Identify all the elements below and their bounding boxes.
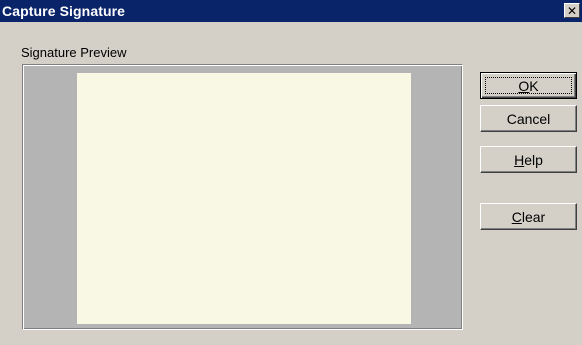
help-button-label: Help xyxy=(514,151,543,168)
cancel-button[interactable]: Cancel xyxy=(480,105,577,132)
window-title: Capture Signature xyxy=(2,3,126,19)
signature-preview-label: Signature Preview xyxy=(21,45,127,60)
clear-button-label: Clear xyxy=(511,208,546,225)
ok-button[interactable]: OK xyxy=(480,72,577,99)
signature-preview-canvas[interactable] xyxy=(77,73,411,324)
help-button[interactable]: Help xyxy=(480,146,577,173)
clear-button[interactable]: Clear xyxy=(480,203,577,230)
title-bar[interactable]: Capture Signature ✕ xyxy=(0,0,582,22)
cancel-button-label: Cancel xyxy=(506,110,551,127)
ok-button-label: OK xyxy=(518,77,539,94)
close-icon: ✕ xyxy=(566,3,578,18)
capture-signature-dialog: Capture Signature ✕ Signature Preview OK… xyxy=(0,0,582,345)
close-button[interactable]: ✕ xyxy=(564,3,580,18)
